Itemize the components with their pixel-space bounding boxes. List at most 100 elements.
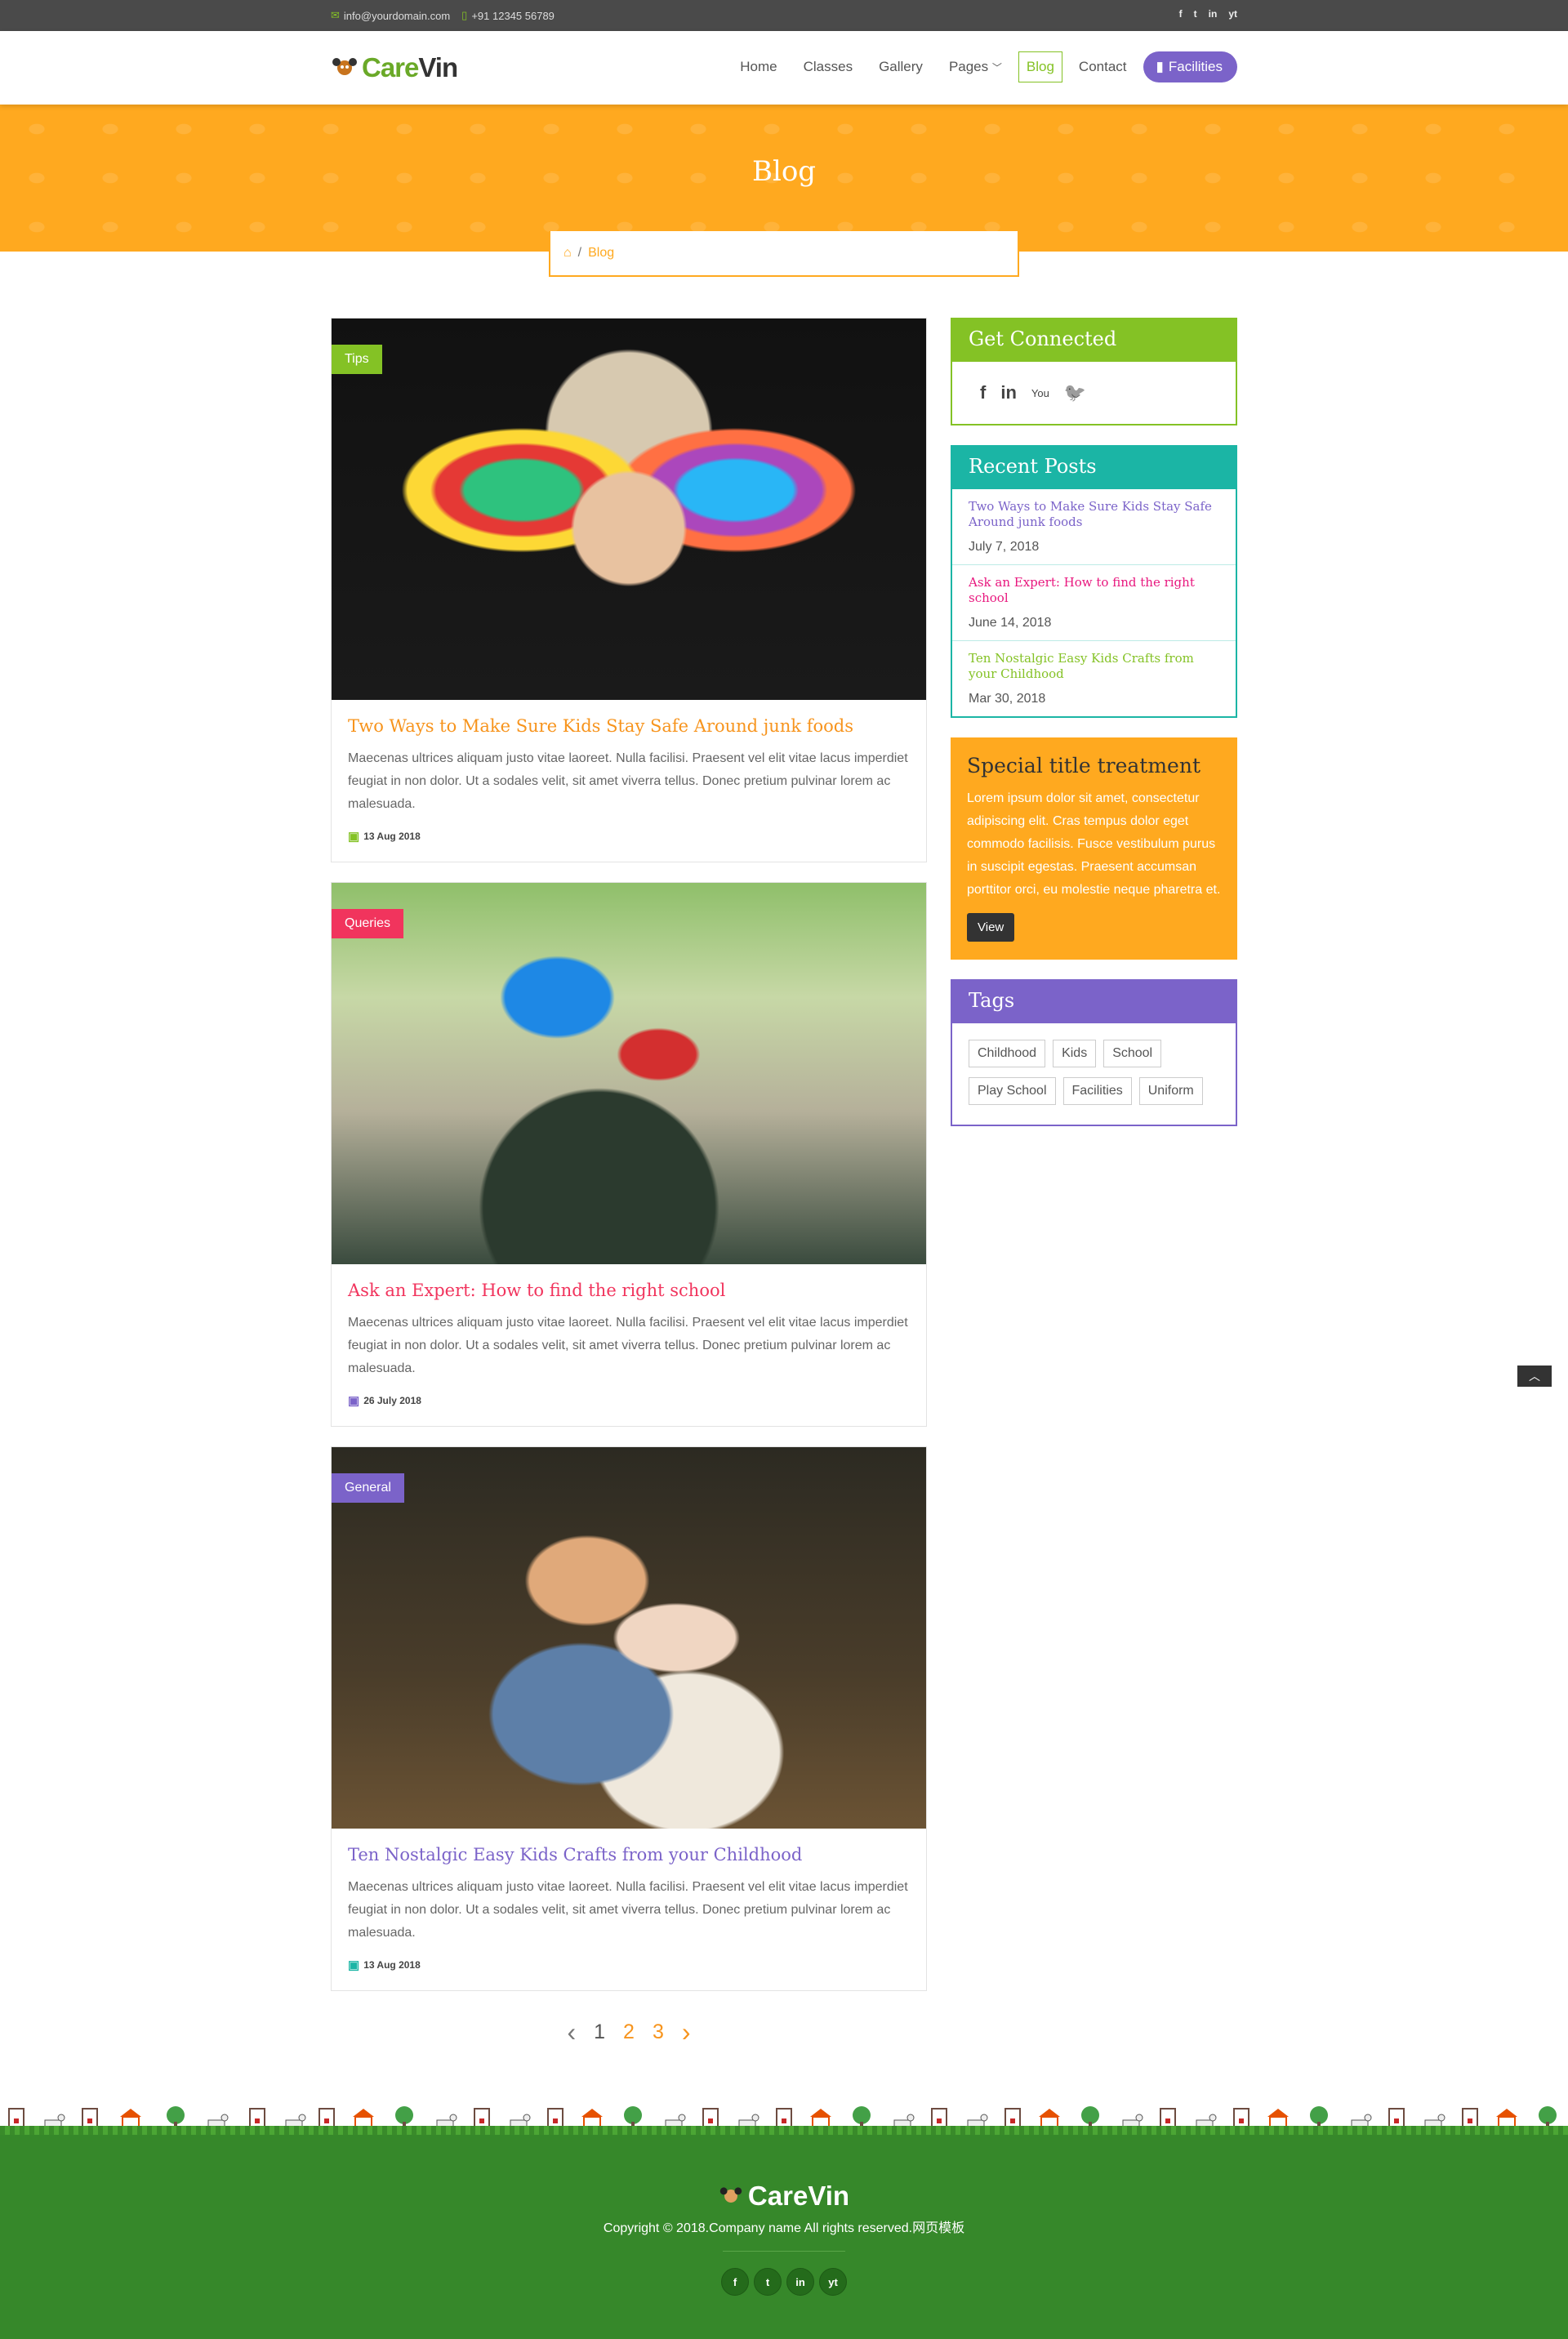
- page-2[interactable]: 2: [623, 2020, 635, 2044]
- prev-page-button[interactable]: ‹: [567, 2017, 576, 2047]
- youtube-icon[interactable]: yt: [1228, 8, 1237, 20]
- home-icon[interactable]: ⌂: [564, 246, 572, 261]
- facilities-button[interactable]: ▮ Facilities: [1143, 51, 1237, 82]
- page-3[interactable]: 3: [653, 2020, 664, 2044]
- recent-post-title[interactable]: Two Ways to Make Sure Kids Stay Safe Aro…: [969, 499, 1219, 530]
- post-tag[interactable]: Tips: [332, 345, 382, 374]
- breadcrumb: ⌂ / Blog: [549, 231, 1019, 277]
- post-card: General Ten Nostalgic Easy Kids Crafts f…: [331, 1446, 927, 1991]
- chevron-down-icon: ﹀: [991, 62, 1002, 74]
- recent-post-item: Ask an Expert: How to find the right sch…: [952, 565, 1236, 641]
- nav-pages-label: Pages: [948, 59, 989, 74]
- page-1[interactable]: 1: [594, 2020, 605, 2044]
- post-date-text: 26 July 2018: [363, 1395, 421, 1406]
- nav-home[interactable]: Home: [730, 52, 786, 82]
- recent-post-title[interactable]: Ten Nostalgic Easy Kids Crafts from your…: [969, 651, 1219, 682]
- post-image-painted-hands[interactable]: Tips: [332, 319, 926, 700]
- footer-logo-vin: Vin: [808, 2181, 850, 2211]
- youtube-icon[interactable]: You: [1031, 387, 1049, 399]
- logo-mascot-icon: [719, 2187, 742, 2203]
- post-tag[interactable]: General: [332, 1473, 404, 1503]
- post-title[interactable]: Two Ways to Make Sure Kids Stay Safe Aro…: [348, 716, 910, 736]
- special-title: Special title treatment: [967, 754, 1200, 777]
- calendar-icon: ▣: [348, 1958, 360, 1972]
- main-nav: Home Classes Gallery Pages ﹀ Blog Contac…: [730, 51, 1237, 82]
- nav-contact[interactable]: Contact: [1069, 52, 1137, 82]
- linkedin-icon[interactable]: in: [786, 2268, 814, 2296]
- page-banner: Blog: [0, 105, 1568, 252]
- email-text: info@yourdomain.com: [343, 9, 451, 22]
- logo-vin: Vin: [418, 52, 458, 82]
- mail-icon: ✉: [331, 9, 340, 21]
- recent-post-date: Mar 30, 2018: [969, 692, 1046, 706]
- post-date: ▣ 13 Aug 2018: [348, 829, 910, 844]
- phone-text: +91 12345 56789: [471, 9, 555, 22]
- twitter-icon[interactable]: t: [1194, 8, 1197, 20]
- special-text: Lorem ipsum dolor sit amet, consectetur …: [967, 791, 1221, 897]
- twitter-icon[interactable]: t: [754, 2268, 782, 2296]
- view-button[interactable]: View: [967, 913, 1015, 942]
- tag-school[interactable]: School: [1103, 1040, 1162, 1067]
- tags-widget: Tags Childhood Kids School Play School F…: [951, 979, 1237, 1126]
- footer-logo[interactable]: Care Vin: [0, 2181, 1568, 2212]
- tag-play-school[interactable]: Play School: [969, 1077, 1056, 1105]
- playground-border: [0, 2101, 1568, 2137]
- recent-posts-widget: Recent Posts Two Ways to Make Sure Kids …: [951, 445, 1237, 718]
- post-tag[interactable]: Queries: [332, 909, 404, 938]
- email-contact[interactable]: ✉ info@yourdomain.com: [331, 9, 450, 22]
- site-logo[interactable]: Care Vin: [331, 52, 458, 83]
- scroll-to-top-button[interactable]: ︿: [1517, 1366, 1552, 1387]
- facebook-icon[interactable]: f: [980, 382, 986, 403]
- facebook-icon[interactable]: f: [721, 2268, 749, 2296]
- post-excerpt: Maecenas ultrices aliquam justo vitae la…: [348, 1880, 908, 1940]
- copyright-text: Copyright © 2018.Company name All rights…: [603, 2221, 965, 2235]
- footer-social: f t in yt: [0, 2268, 1568, 2296]
- twitter-icon[interactable]: 🐦: [1064, 382, 1086, 403]
- recent-post-item: Two Ways to Make Sure Kids Stay Safe Aro…: [952, 489, 1236, 565]
- calendar-icon: ▣: [348, 1394, 360, 1408]
- post-title[interactable]: Ten Nostalgic Easy Kids Crafts from your…: [348, 1845, 910, 1865]
- nav-pages[interactable]: Pages ﹀: [939, 52, 1012, 82]
- phone-icon: ▯: [461, 9, 468, 21]
- widget-title: Get Connected: [952, 319, 1236, 362]
- post-date-text: 13 Aug 2018: [363, 831, 421, 842]
- get-connected-widget: Get Connected f in You 🐦: [951, 318, 1237, 425]
- tag-facilities[interactable]: Facilities: [1062, 1077, 1132, 1105]
- logo-mascot-icon: [332, 58, 357, 75]
- footer-logo-care: Care: [747, 2181, 808, 2211]
- post-date-text: 13 Aug 2018: [363, 1959, 421, 1971]
- nav-blog[interactable]: Blog: [1018, 51, 1062, 82]
- breadcrumb-current: Blog: [588, 246, 615, 260]
- breadcrumb-separator: /: [577, 246, 582, 260]
- facebook-icon[interactable]: f: [1179, 8, 1183, 20]
- logo-care: Care: [362, 52, 419, 82]
- post-title[interactable]: Ask an Expert: How to find the right sch…: [348, 1281, 910, 1300]
- pagination: ‹ 1 2 3 ›: [331, 2017, 927, 2047]
- post-excerpt: Maecenas ultrices aliquam justo vitae la…: [348, 1316, 908, 1375]
- nav-classes[interactable]: Classes: [794, 52, 862, 82]
- nav-gallery[interactable]: Gallery: [869, 52, 933, 82]
- tag-kids[interactable]: Kids: [1053, 1040, 1097, 1067]
- post-image-kids-playing[interactable]: Queries: [332, 883, 926, 1264]
- next-page-button[interactable]: ›: [682, 2017, 691, 2047]
- tag-uniform[interactable]: Uniform: [1138, 1077, 1203, 1105]
- facilities-label: Facilities: [1168, 59, 1223, 74]
- post-image-girls-hugging[interactable]: General: [332, 1447, 926, 1829]
- widget-title: Tags: [952, 981, 1236, 1023]
- youtube-icon[interactable]: yt: [819, 2268, 847, 2296]
- post-list: Tips Two Ways to Make Sure Kids Stay Saf…: [331, 318, 927, 2011]
- phone-contact[interactable]: ▯ +91 12345 56789: [461, 9, 555, 22]
- recent-post-title[interactable]: Ask an Expert: How to find the right sch…: [969, 575, 1219, 606]
- sidebar: Get Connected f in You 🐦 Recent Posts Tw…: [951, 318, 1237, 1146]
- special-card: Special title treatment Lorem ipsum dolo…: [951, 737, 1237, 960]
- recent-post-item: Ten Nostalgic Easy Kids Crafts from your…: [952, 641, 1236, 716]
- site-footer: Care Vin Copyright © 2018.Company name Al…: [0, 2135, 1568, 2339]
- post-excerpt: Maecenas ultrices aliquam justo vitae la…: [348, 751, 908, 811]
- chevron-up-icon: ︿: [1529, 1370, 1540, 1383]
- linkedin-icon[interactable]: in: [1209, 8, 1218, 20]
- post-card: Tips Two Ways to Make Sure Kids Stay Saf…: [331, 318, 927, 862]
- recent-post-date: July 7, 2018: [969, 540, 1040, 554]
- linkedin-icon[interactable]: in: [1000, 382, 1017, 403]
- tag-childhood[interactable]: Childhood: [969, 1040, 1046, 1067]
- top-bar: ✉ info@yourdomain.com ▯ +91 12345 56789 f …: [0, 0, 1568, 31]
